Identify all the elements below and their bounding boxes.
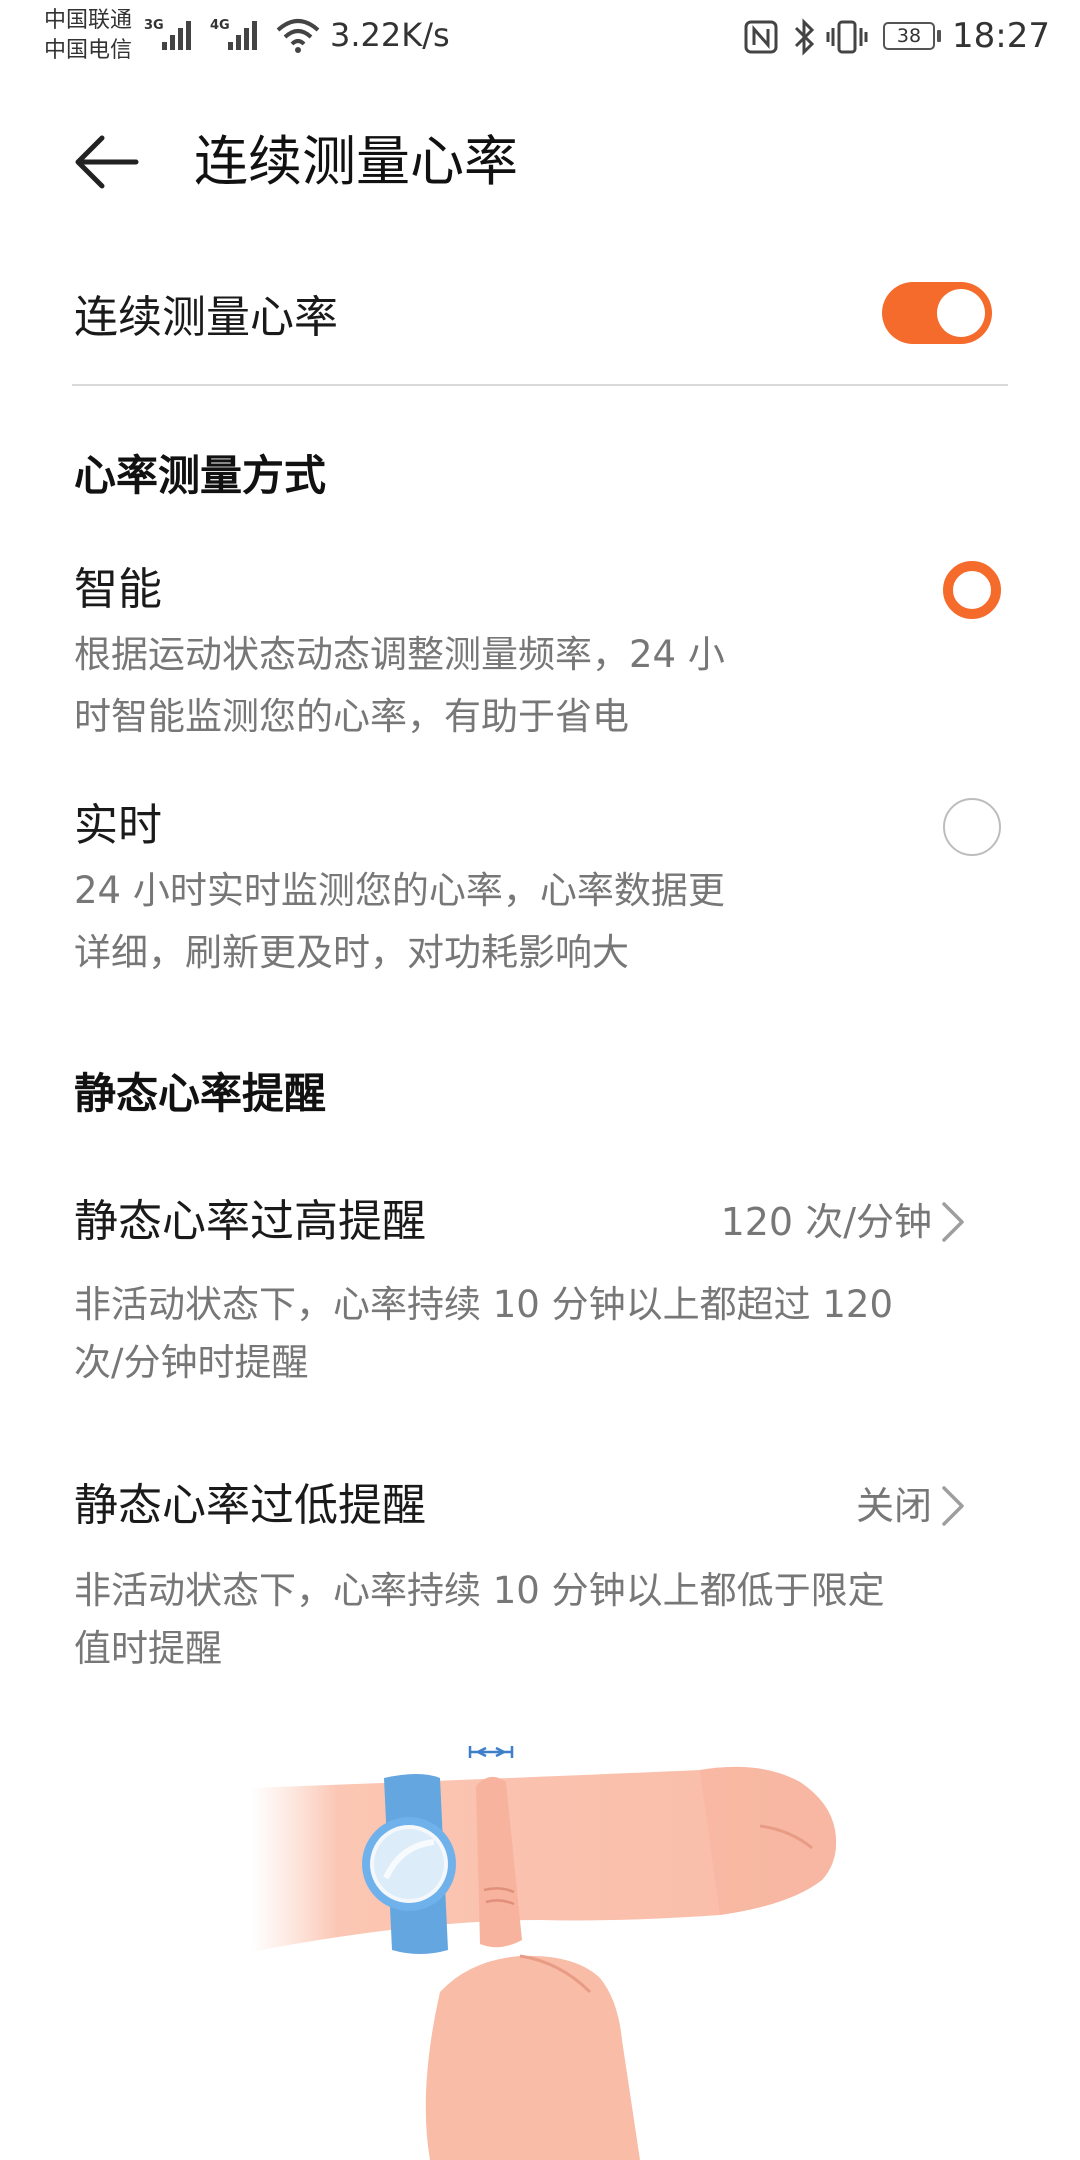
network-speed: 3.22K/s — [330, 16, 450, 54]
carrier-1: 中国联通 — [44, 8, 133, 33]
low-rate-alert-desc-line-1: 非活动状态下，心率持续 10 分钟以上都低于限定 — [74, 1569, 885, 1612]
page-title: 连续测量心率 — [194, 130, 518, 193]
option-smart-desc-line-1: 根据运动状态动态调整测量频率，24 小 — [74, 633, 725, 676]
radio-smart[interactable] — [943, 561, 1001, 619]
low-rate-alert-desc: 非活动状态下，心率持续 10 分钟以上都低于限定 值时提醒 — [74, 1562, 1014, 1678]
status-bar: 中国联通 中国电信 3G 4G 3.22K/s 38 18:27 — [0, 0, 1080, 72]
switch-knob — [937, 289, 985, 337]
continuous-heart-rate-label: 连续测量心率 — [74, 292, 338, 343]
high-rate-alert-value[interactable]: 120 次/分钟 — [721, 1192, 932, 1252]
battery-tip — [937, 30, 941, 42]
option-smart-desc: 根据运动状态动态调整测量频率，24 小 时智能监测您的心率，有助于省电 — [74, 624, 834, 748]
option-realtime-desc-line-2: 详细，刷新更及时，对功耗影响大 — [74, 931, 629, 974]
section-header-measure-mode: 心率测量方式 — [74, 451, 327, 500]
vibrate-icon — [826, 20, 868, 54]
option-smart-desc-line-2: 时智能监测您的心率，有助于省电 — [74, 695, 629, 738]
carrier-2: 中国电信 — [44, 38, 133, 63]
option-realtime-title[interactable]: 实时 — [74, 796, 162, 856]
high-rate-alert-desc: 非活动状态下，心率持续 10 分钟以上都超过 120 次/分钟时提醒 — [74, 1276, 1014, 1392]
option-smart-title[interactable]: 智能 — [74, 560, 162, 620]
chevron-right-icon[interactable] — [940, 1200, 966, 1244]
option-realtime-desc-line-1: 24 小时实时监测您的心率，心率数据更 — [74, 869, 725, 912]
high-rate-alert-desc-line-2: 次/分钟时提醒 — [74, 1341, 309, 1384]
low-rate-alert-desc-line-2: 值时提醒 — [74, 1627, 222, 1670]
continuous-heart-rate-switch[interactable] — [882, 282, 992, 344]
low-rate-alert-value[interactable]: 关闭 — [856, 1476, 932, 1536]
wifi-icon — [276, 19, 320, 53]
radio-realtime[interactable] — [943, 798, 1001, 856]
section-header-resting-alert: 静态心率提醒 — [74, 1069, 327, 1118]
screen: 中国联通 中国电信 3G 4G 3.22K/s 38 18:27 连续测量心率 … — [0, 0, 1080, 2160]
back-arrow-icon[interactable] — [70, 124, 146, 200]
watch-wearing-illustration — [250, 1746, 837, 2160]
nfc-icon — [744, 20, 778, 54]
battery-icon: 38 — [883, 22, 935, 50]
high-rate-alert-title[interactable]: 静态心率过高提醒 — [74, 1192, 426, 1252]
bluetooth-icon — [794, 18, 815, 56]
clock: 18:27 — [952, 16, 1050, 56]
signal-icon — [228, 21, 257, 50]
divider — [72, 384, 1008, 386]
option-realtime-desc: 24 小时实时监测您的心率，心率数据更 详细，刷新更及时，对功耗影响大 — [74, 860, 834, 984]
chevron-right-icon[interactable] — [940, 1484, 966, 1528]
signal-icon — [162, 21, 191, 50]
carrier-names: 中国联通 中国电信 — [44, 6, 132, 66]
low-rate-alert-title[interactable]: 静态心率过低提醒 — [74, 1476, 426, 1536]
high-rate-alert-desc-line-1: 非活动状态下，心率持续 10 分钟以上都超过 120 — [74, 1283, 893, 1326]
